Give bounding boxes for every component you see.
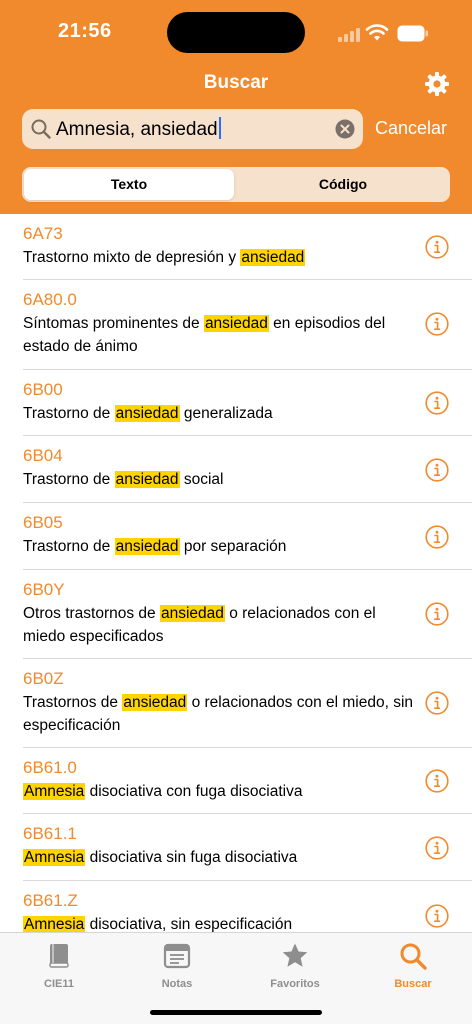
tab-label: Buscar <box>394 978 432 990</box>
result-row[interactable]: 6B0Y Otros trastornos de ansiedad o relac… <box>0 570 472 659</box>
search-highlight: Amnesia <box>23 783 86 800</box>
tab-buscar[interactable]: Buscar <box>354 939 472 999</box>
info-icon[interactable] <box>425 769 449 793</box>
result-description: Síntomas prominentes de ansiedad en epis… <box>23 313 418 358</box>
search-highlight: ansiedad <box>114 471 180 488</box>
tab-favoritos[interactable]: Favoritos <box>236 939 354 999</box>
search-highlight: ansiedad <box>122 694 188 711</box>
dynamic-island <box>167 12 305 53</box>
search-highlight: ansiedad <box>114 538 180 555</box>
battery-icon <box>397 25 428 42</box>
segment-code[interactable]: Código <box>238 169 448 200</box>
gear-icon[interactable] <box>424 71 450 97</box>
result-description: Trastornos de ansiedad o relacionados co… <box>23 692 418 737</box>
info-icon[interactable] <box>425 602 449 626</box>
result-description: Amnesia disociativa con fuga disociativa <box>23 781 418 804</box>
result-row[interactable]: 6B61.Z Amnesia disociativa, sin especific… <box>0 881 472 932</box>
result-row[interactable]: 6B0Z Trastornos de ansiedad o relacionado… <box>0 659 472 748</box>
wifi-icon <box>365 24 389 41</box>
result-description: Trastorno de ansiedad generalizada <box>23 403 418 426</box>
result-description: Trastorno de ansiedad por separación <box>23 536 418 559</box>
description-text: por separación <box>179 538 287 555</box>
tab-label: Notas <box>161 978 193 990</box>
info-icon[interactable] <box>425 235 449 259</box>
info-icon[interactable] <box>425 458 449 482</box>
description-text: Trastorno de <box>23 471 115 488</box>
result-description: Amnesia disociativa, sin especificación <box>23 914 418 932</box>
description-text: Trastornos de <box>23 694 123 711</box>
magnifier-icon <box>31 119 51 139</box>
star-icon <box>280 941 310 971</box>
description-text: social <box>179 471 224 488</box>
description-text: disociativa con fuga disociativa <box>85 783 303 800</box>
status-bar: 21:56 <box>0 0 472 60</box>
description-text: Síntomas prominentes de <box>23 315 204 332</box>
result-description: Otros trastornos de ansiedad o relaciona… <box>23 603 418 648</box>
result-row[interactable]: 6B04 Trastorno de ansiedad social <box>0 436 472 503</box>
result-code: 6B0Y <box>23 580 65 599</box>
cancel-button[interactable]: Cancelar <box>375 118 447 139</box>
result-code: 6B04 <box>23 446 63 465</box>
info-icon[interactable] <box>425 691 449 715</box>
search-icon <box>398 941 428 971</box>
description-text: Trastorno de <box>23 405 115 422</box>
result-code: 6B0Z <box>23 669 64 688</box>
clear-icon[interactable] <box>335 119 355 139</box>
result-row[interactable]: 6A80.0 Síntomas prominentes de ansiedad e… <box>0 280 472 370</box>
search-highlight: ansiedad <box>159 605 225 622</box>
search-highlight: ansiedad <box>240 249 306 266</box>
info-icon[interactable] <box>425 525 449 549</box>
search-highlight: Amnesia <box>23 849 86 866</box>
description-text: Trastorno de <box>23 538 115 555</box>
description-text: disociativa sin fuga disociativa <box>85 849 298 866</box>
result-description: Amnesia disociativa sin fuga disociativa <box>23 847 418 870</box>
result-code: 6A80.0 <box>23 290 77 309</box>
search-query[interactable]: Amnesia, ansiedad <box>56 117 221 141</box>
result-code: 6A73 <box>23 224 63 243</box>
status-time: 21:56 <box>58 20 112 42</box>
tab-label: Favoritos <box>270 978 320 990</box>
search-highlight: Amnesia <box>23 916 86 932</box>
description-text: generalizada <box>179 405 273 422</box>
header: 21:56 Buscar Amnesia, ansiedad Cancelar … <box>0 0 472 214</box>
page-title: Buscar <box>203 72 269 93</box>
result-row[interactable]: 6B05 Trastorno de ansiedad por separación <box>0 503 472 570</box>
segment-text[interactable]: Texto <box>24 169 234 200</box>
result-row[interactable]: 6B61.0 Amnesia disociativa con fuga disoc… <box>0 748 472 814</box>
text-caret <box>218 117 221 139</box>
tab-label: CIE11 <box>44 978 74 990</box>
search-query-text: Amnesia, ansiedad <box>56 119 218 140</box>
info-icon[interactable] <box>425 312 449 336</box>
notes-icon <box>162 941 192 971</box>
search-highlight: ansiedad <box>203 315 269 332</box>
search-input[interactable]: Amnesia, ansiedad <box>22 109 363 149</box>
info-icon[interactable] <box>425 904 449 928</box>
cellular-signal-icon <box>338 28 360 42</box>
search-highlight: ansiedad <box>114 405 180 422</box>
description-text: Trastorno mixto de depresión y <box>23 249 241 266</box>
result-code: 6B05 <box>23 513 63 532</box>
home-indicator[interactable] <box>150 1010 322 1015</box>
result-code: 6B61.Z <box>23 891 78 910</box>
result-code: 6B61.0 <box>23 758 77 777</box>
result-row[interactable]: 6A73 Trastorno mixto de depresión y ansie… <box>0 214 472 280</box>
result-description: Trastorno mixto de depresión y ansiedad <box>23 247 418 270</box>
results-list[interactable]: 6A73 Trastorno mixto de depresión y ansie… <box>0 214 472 932</box>
result-description: Trastorno de ansiedad social <box>23 469 418 492</box>
tab-notas[interactable]: Notas <box>118 939 236 999</box>
book-icon <box>44 941 74 971</box>
result-code: 6B00 <box>23 380 63 399</box>
info-icon[interactable] <box>425 836 449 860</box>
result-row[interactable]: 6B61.1 Amnesia disociativa sin fuga disoc… <box>0 814 472 881</box>
tab-cie11[interactable]: CIE11 <box>0 939 118 999</box>
result-row[interactable]: 6B00 Trastorno de ansiedad generalizada <box>0 370 472 436</box>
search-mode-segmented-control: Texto Código <box>22 167 450 202</box>
result-code: 6B61.1 <box>23 824 77 843</box>
description-text: Otros trastornos de <box>23 605 160 622</box>
description-text: disociativa, sin especificación <box>85 916 293 932</box>
info-icon[interactable] <box>425 391 449 415</box>
